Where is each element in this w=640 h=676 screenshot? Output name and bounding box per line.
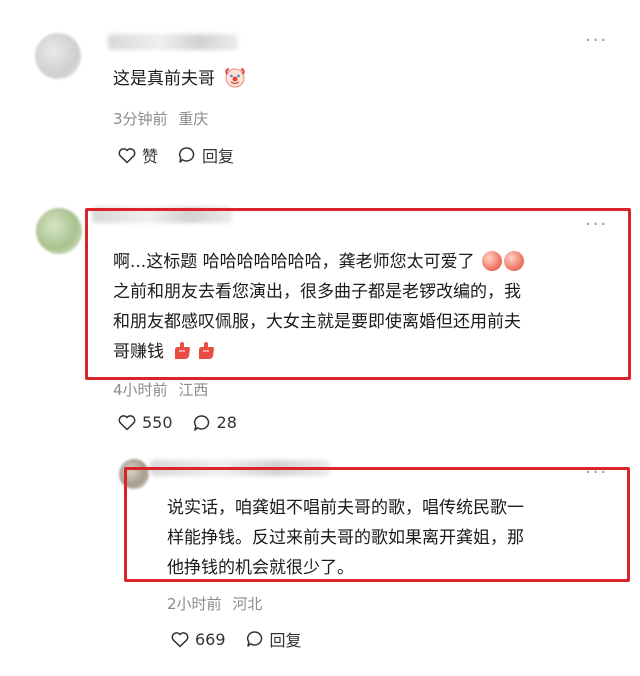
speech-bubble-icon [193,414,209,431]
reply-button[interactable]: 回复 [178,143,234,167]
timestamp: 4小时前 [113,381,168,399]
clapping-hands-icon [482,251,503,271]
comment-actions: 550 28 [118,413,237,432]
comment-meta: 2小时前 河北 [167,593,262,614]
username-blurred[interactable] [108,34,238,50]
avatar[interactable] [35,33,81,79]
comment-text: 啊...这标题 哈哈哈哈哈哈哈，龚老师您太可爱了 之前和朋友去看您演出，很多曲子… [113,247,613,367]
heart-icon [171,631,189,647]
comment-line-1: 说实话，咱龚姐不唱前夫哥的歌，唱传统民歌一 [167,498,524,518]
comment-line-2: 之前和朋友去看您演出，很多曲子都是老锣改编的，我 [113,282,521,302]
avatar[interactable] [36,208,82,254]
comment-text: 这是真前夫哥 [113,64,246,94]
reply-label: 回复 [202,147,235,166]
comment-line-4: 哥赚钱 [113,342,164,362]
comment-meta: 4小时前 江西 [113,379,208,400]
comment-text: 说实话，咱龚姐不唱前夫哥的歌，唱传统民歌一 样能挣钱。反过来前夫哥的歌如果离开龚… [167,493,617,583]
reply-label: 回复 [269,631,302,650]
more-dots-icon[interactable]: ··· [585,30,608,51]
like-label: 赞 [142,147,159,166]
comment-actions: 赞 回复 [118,143,234,167]
clapping-hands-icon [504,251,525,271]
reply-button[interactable]: 28 [193,413,237,432]
comment-meta: 3分钟前 重庆 [113,108,208,129]
comment-line-3: 和朋友都感叹佩服，大女主就是要即使离婚但还用前夫 [113,312,521,332]
comment-line-1: 啊...这标题 哈哈哈哈哈哈哈，龚老师您太可爱了 [113,252,475,272]
like-button[interactable]: 赞 [118,143,158,167]
speech-bubble-icon [246,631,262,647]
heart-icon [118,415,136,431]
reply-count: 28 [216,413,237,432]
more-dots-icon[interactable]: ··· [585,462,608,483]
like-button[interactable]: 550 [118,413,173,432]
reply-button[interactable]: 回复 [246,627,302,651]
like-count: 669 [195,629,226,649]
clapping-hands-icon [175,342,191,359]
comment-actions: 669 回复 [171,627,302,651]
location: 河北 [232,595,263,613]
location: 重庆 [178,110,209,128]
clapping-hands-icon [199,342,215,359]
location: 江西 [178,381,209,399]
heart-icon [118,147,136,163]
clown-face-icon [225,68,246,88]
comment-line-2: 样能挣钱。反过来前夫哥的歌如果离开龚姐，那 [167,528,524,548]
timestamp: 3分钟前 [113,110,168,128]
like-button[interactable]: 669 [171,630,226,649]
speech-bubble-icon [178,147,195,163]
comment-line-3: 他挣钱的机会就很少了。 [167,558,354,578]
timestamp: 2小时前 [167,595,222,613]
more-dots-icon[interactable]: ··· [585,214,608,235]
like-count: 550 [142,413,173,432]
